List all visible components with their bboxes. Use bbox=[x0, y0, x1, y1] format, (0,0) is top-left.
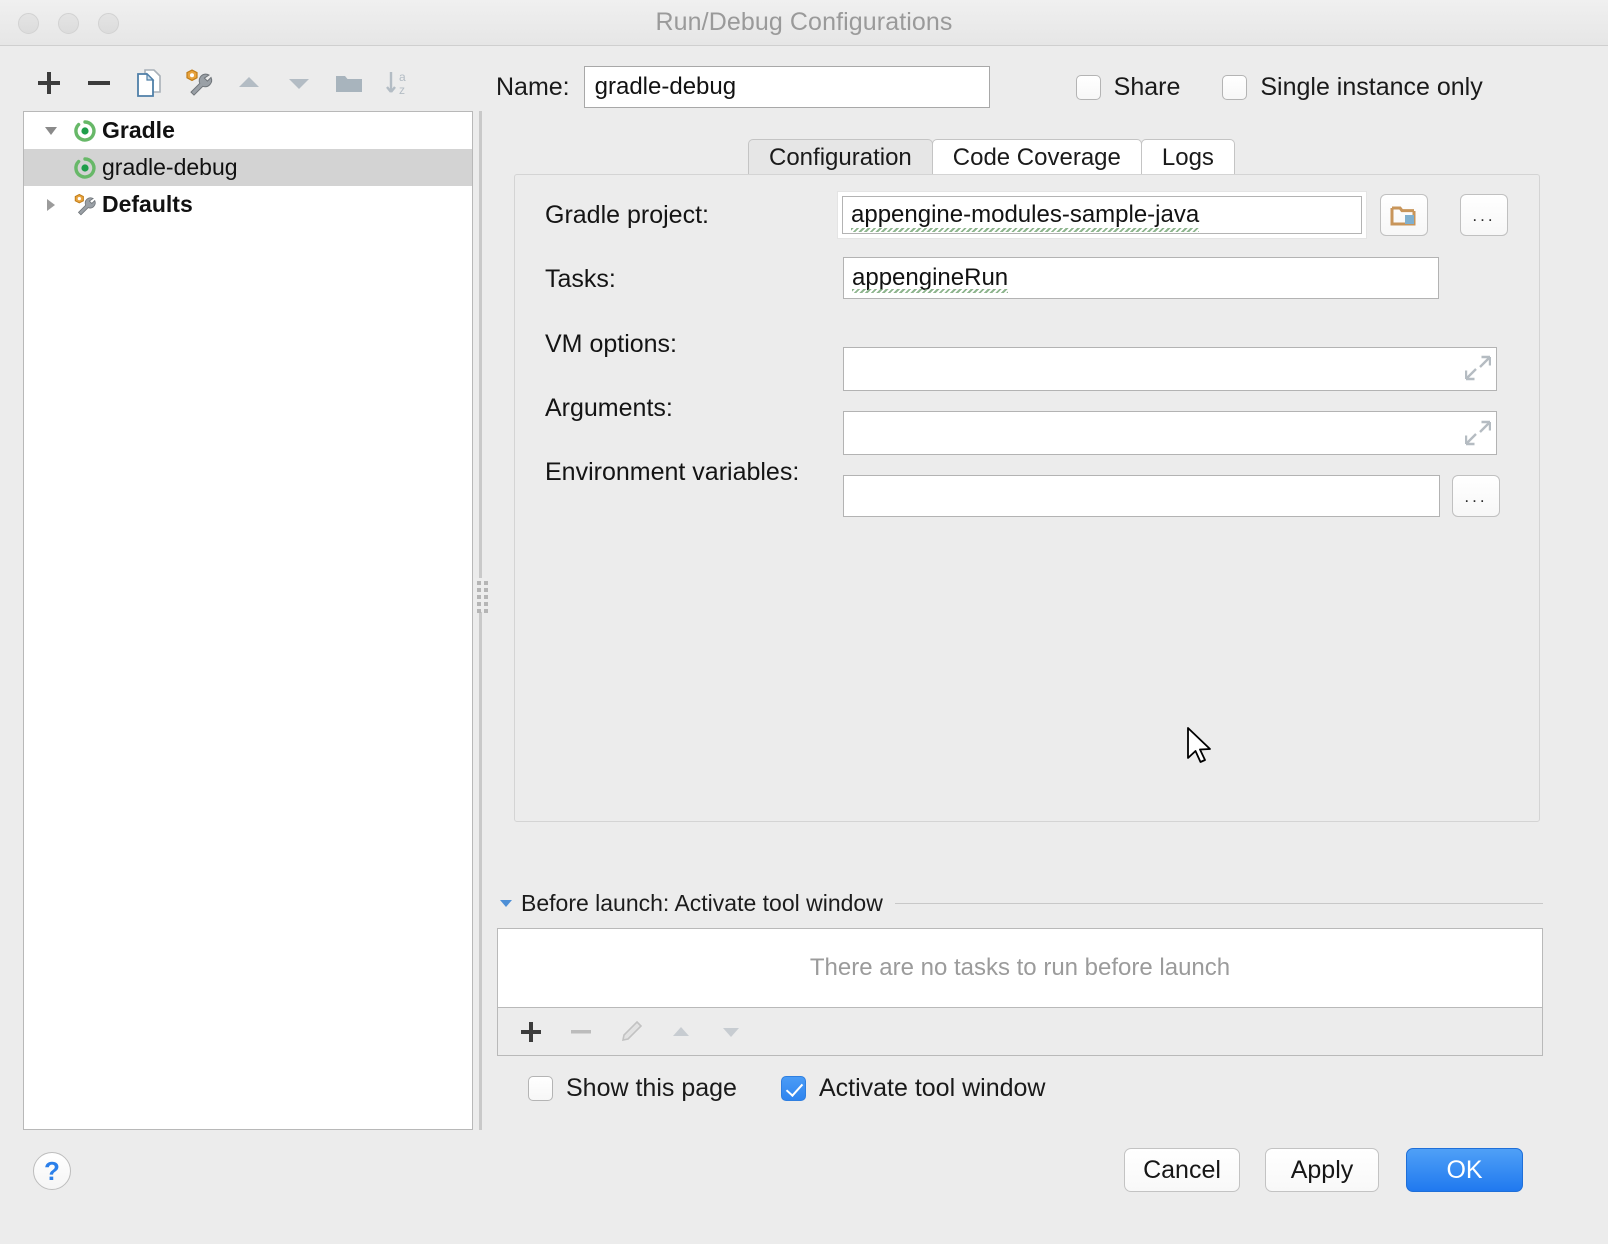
single-instance-label: Single instance only bbox=[1260, 73, 1482, 102]
add-task-button[interactable] bbox=[506, 1009, 556, 1055]
pencil-icon bbox=[618, 1019, 644, 1045]
tree-item-defaults[interactable]: Defaults bbox=[24, 186, 472, 223]
ellipsis-icon: ... bbox=[1472, 207, 1495, 224]
remove-configuration-button[interactable] bbox=[74, 58, 124, 108]
tree-item-label: Defaults bbox=[102, 191, 193, 218]
before-launch-empty-text: There are no tasks to run before launch bbox=[810, 954, 1230, 982]
vm-options-field[interactable] bbox=[843, 347, 1497, 391]
plus-icon bbox=[518, 1019, 544, 1045]
tab-code-coverage[interactable]: Code Coverage bbox=[932, 139, 1142, 175]
arrow-up-icon bbox=[234, 68, 264, 98]
gradle-icon bbox=[68, 119, 102, 143]
ok-button[interactable]: OK bbox=[1406, 1148, 1523, 1192]
edit-defaults-button[interactable] bbox=[174, 58, 224, 108]
folder-open-icon bbox=[1390, 202, 1418, 228]
activate-tool-window-label: Activate tool window bbox=[819, 1074, 1046, 1103]
copy-configuration-button[interactable] bbox=[124, 58, 174, 108]
arrow-down-icon bbox=[284, 68, 314, 98]
panel-splitter[interactable] bbox=[479, 111, 482, 1130]
before-launch-toolbar bbox=[497, 1008, 1543, 1056]
gradle-project-browse-button[interactable] bbox=[1380, 194, 1428, 236]
name-label: Name: bbox=[496, 73, 570, 102]
create-folder-button[interactable] bbox=[324, 58, 374, 108]
splitter-grip[interactable] bbox=[474, 578, 487, 612]
vm-options-label: VM options: bbox=[545, 330, 677, 359]
svg-text:a: a bbox=[399, 70, 406, 84]
window-titlebar: Run/Debug Configurations bbox=[0, 0, 1608, 46]
tab-logs[interactable]: Logs bbox=[1141, 139, 1235, 175]
apply-button[interactable]: Apply bbox=[1265, 1148, 1379, 1192]
ellipsis-icon: ... bbox=[1464, 488, 1487, 505]
share-checkbox-group[interactable]: Share bbox=[1076, 73, 1181, 102]
tasks-input[interactable]: appengineRun bbox=[852, 266, 1008, 290]
arguments-label: Arguments: bbox=[545, 394, 673, 423]
help-button[interactable]: ? bbox=[33, 1152, 71, 1190]
arguments-field[interactable] bbox=[843, 411, 1497, 455]
cancel-button[interactable]: Cancel bbox=[1124, 1148, 1240, 1192]
name-input[interactable] bbox=[584, 66, 990, 108]
gradle-project-input[interactable]: appengine-modules-sample-java bbox=[851, 201, 1199, 229]
single-instance-checkbox-group[interactable]: Single instance only bbox=[1222, 73, 1482, 102]
share-checkbox[interactable] bbox=[1076, 75, 1101, 100]
configurations-toolbar: a z bbox=[24, 58, 474, 108]
before-launch-task-list[interactable]: There are no tasks to run before launch bbox=[497, 928, 1543, 1008]
settings-tabs: Configuration Code Coverage Logs bbox=[748, 139, 1234, 175]
remove-task-button bbox=[556, 1009, 606, 1055]
share-label: Share bbox=[1114, 73, 1181, 102]
gradle-project-field-focus-ring: appengine-modules-sample-java bbox=[837, 191, 1367, 239]
before-launch-options: Show this page Activate tool window bbox=[528, 1074, 1045, 1103]
activate-tool-window-checkbox[interactable] bbox=[781, 1076, 806, 1101]
sort-az-icon: a z bbox=[383, 67, 415, 99]
chevron-down-icon[interactable] bbox=[34, 122, 68, 140]
minus-icon bbox=[568, 1019, 594, 1045]
environment-variables-field[interactable] bbox=[843, 475, 1440, 517]
arrow-up-icon bbox=[668, 1019, 694, 1045]
environment-variables-label: Environment variables: bbox=[545, 458, 799, 487]
sort-alphabetically-button[interactable]: a z bbox=[374, 58, 424, 108]
tree-item-gradle[interactable]: Gradle bbox=[24, 112, 472, 149]
arrow-down-icon bbox=[718, 1019, 744, 1045]
tree-item-label: Gradle bbox=[102, 117, 175, 144]
minus-icon bbox=[84, 68, 114, 98]
folder-icon bbox=[333, 68, 365, 98]
before-launch-rule bbox=[895, 903, 1543, 904]
environment-variables-more-button[interactable]: ... bbox=[1452, 475, 1500, 517]
edit-task-button bbox=[606, 1009, 656, 1055]
tree-item-gradle-debug[interactable]: gradle-debug bbox=[24, 149, 472, 186]
gradle-icon bbox=[68, 156, 102, 180]
window-title: Run/Debug Configurations bbox=[0, 8, 1608, 37]
move-task-down-button bbox=[706, 1009, 756, 1055]
chevron-right-icon[interactable] bbox=[34, 196, 68, 214]
single-instance-checkbox[interactable] bbox=[1222, 75, 1247, 100]
tab-configuration[interactable]: Configuration bbox=[748, 139, 933, 175]
move-task-up-button bbox=[656, 1009, 706, 1055]
before-launch-header[interactable]: Before launch: Activate tool window bbox=[497, 888, 1543, 918]
show-this-page-group[interactable]: Show this page bbox=[528, 1074, 737, 1103]
wrench-icon bbox=[183, 67, 215, 99]
gradle-project-more-button[interactable]: ... bbox=[1460, 194, 1508, 236]
show-this-page-label: Show this page bbox=[566, 1074, 737, 1103]
tree-item-label: gradle-debug bbox=[102, 154, 238, 181]
tasks-label: Tasks: bbox=[545, 265, 616, 294]
plus-icon bbox=[34, 68, 64, 98]
copy-icon bbox=[133, 67, 165, 99]
show-this-page-checkbox[interactable] bbox=[528, 1076, 553, 1101]
move-up-button[interactable] bbox=[224, 58, 274, 108]
add-configuration-button[interactable] bbox=[24, 58, 74, 108]
gradle-project-label: Gradle project: bbox=[545, 201, 709, 230]
activate-tool-window-group[interactable]: Activate tool window bbox=[781, 1074, 1046, 1103]
move-down-button[interactable] bbox=[274, 58, 324, 108]
name-row: Name: Share Single instance only bbox=[496, 66, 1586, 108]
configurations-tree[interactable]: Gradle gradle-debug Defaults bbox=[23, 111, 473, 1130]
svg-text:z: z bbox=[399, 83, 405, 97]
tasks-field[interactable]: appengineRun bbox=[843, 257, 1439, 299]
chevron-down-icon[interactable] bbox=[497, 894, 515, 912]
configuration-panel: Gradle project: appengine-modules-sample… bbox=[514, 174, 1540, 822]
before-launch-title: Before launch: Activate tool window bbox=[521, 890, 883, 917]
wrench-icon bbox=[68, 192, 102, 218]
